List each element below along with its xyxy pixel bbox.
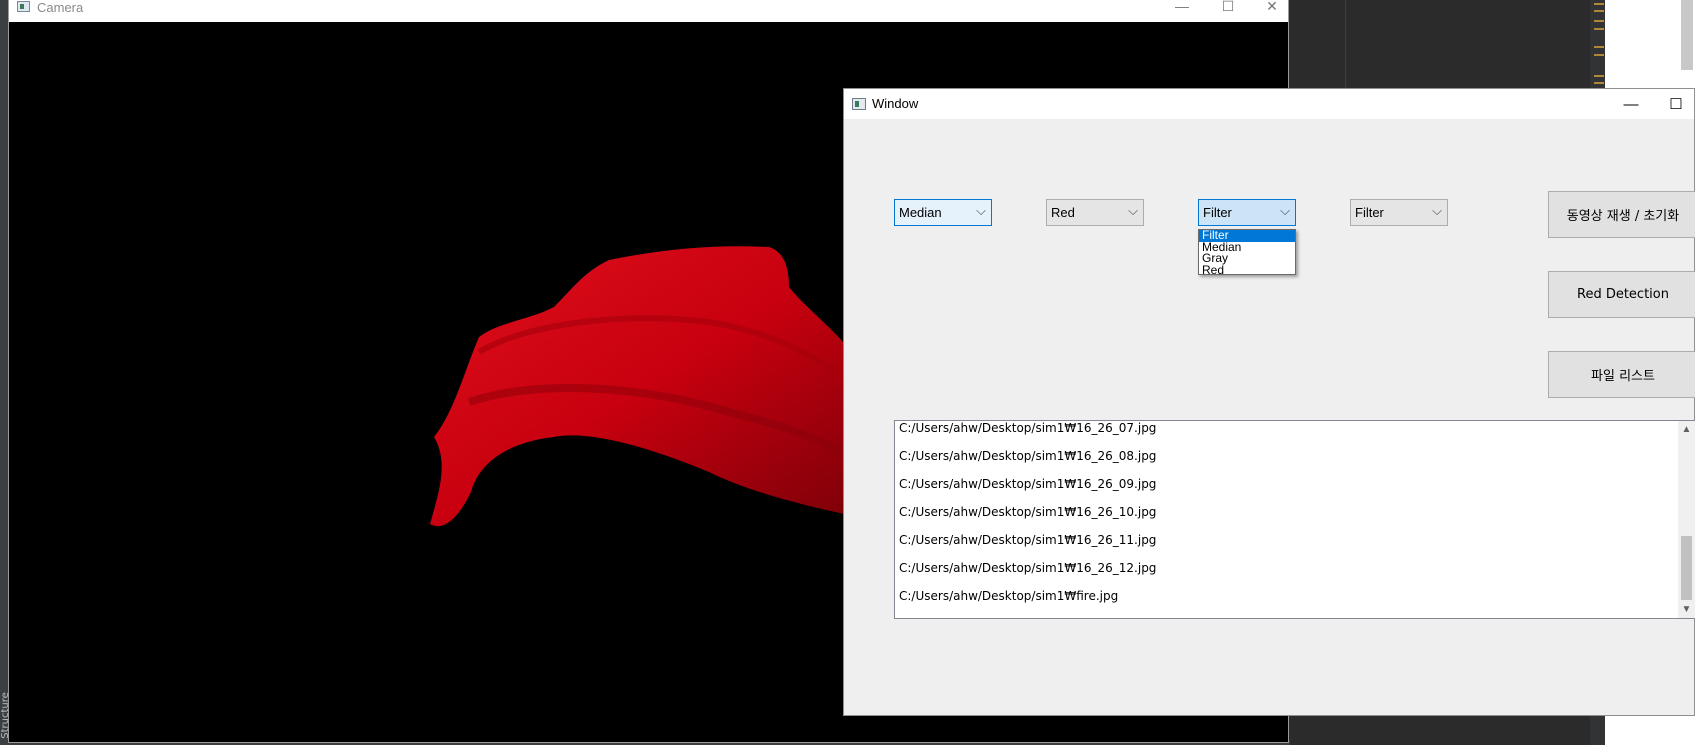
gutter-marker xyxy=(1594,20,1604,22)
cloth-shape xyxy=(430,246,859,527)
gutter-marker xyxy=(1594,10,1604,12)
scroll-thumb[interactable] xyxy=(1681,536,1692,600)
dropdown-option-red[interactable]: Red xyxy=(1199,264,1295,274)
file-list: C:/Users/ahw/Desktop/sim1₩16_26_07.jpg C… xyxy=(895,421,1675,610)
file-list-box[interactable]: C:/Users/ahw/Desktop/sim1₩16_26_07.jpg C… xyxy=(894,420,1695,619)
filter-combo-4[interactable]: Filter ⌵ xyxy=(1350,199,1448,226)
filter-combo-3[interactable]: Filter ⌵ xyxy=(1198,199,1296,226)
list-item[interactable]: C:/Users/ahw/Desktop/sim1₩16_26_12.jpg xyxy=(895,554,1675,582)
list-item[interactable]: C:/Users/ahw/Desktop/sim1₩16_26_07.jpg xyxy=(895,421,1675,442)
list-item[interactable]: C:/Users/ahw/Desktop/sim1₩16_26_10.jpg xyxy=(895,498,1675,526)
chevron-down-icon: ⌵ xyxy=(1128,203,1138,218)
combo-value: Red xyxy=(1051,205,1075,220)
file-list-button[interactable]: 파일 리스트 xyxy=(1548,351,1695,398)
list-scrollbar[interactable]: ▲ ▼ xyxy=(1678,421,1695,618)
filter-combo-1[interactable]: Median ⌵ xyxy=(894,199,992,226)
list-item[interactable]: C:/Users/ahw/Desktop/sim1₩16_26_09.jpg xyxy=(895,470,1675,498)
minimize-button[interactable]: — xyxy=(1159,0,1205,17)
app-window-icon xyxy=(852,98,866,110)
combo-value: Filter xyxy=(1203,205,1232,220)
window-title-bar[interactable]: Window — ☐ xyxy=(844,89,1694,119)
gutter-marker xyxy=(1594,28,1604,30)
ide-divider xyxy=(1345,0,1346,90)
side-panel: Structure xyxy=(0,0,11,745)
camera-title-bar[interactable]: Camera — ☐ ✕ xyxy=(9,0,1288,21)
list-item[interactable]: C:/Users/ahw/Desktop/sim1₩16_26_08.jpg xyxy=(895,442,1675,470)
gutter-marker xyxy=(1594,46,1604,48)
play-reset-button[interactable]: 동영상 재생 / 초기화 xyxy=(1548,191,1695,238)
red-detection-button[interactable]: Red Detection xyxy=(1548,271,1695,318)
combo-dropdown-list: Filter Median Gray Red xyxy=(1198,229,1296,275)
chevron-down-icon: ⌵ xyxy=(1432,203,1442,218)
combo-value: Median xyxy=(899,205,942,220)
camera-window-title: Camera xyxy=(37,0,84,15)
window-title: Window xyxy=(872,96,919,111)
list-item[interactable]: C:/Users/ahw/Desktop/sim1₩fire.jpg xyxy=(895,582,1675,610)
ide-scrollbar[interactable] xyxy=(1681,0,1693,70)
chevron-down-icon: ⌵ xyxy=(1280,203,1290,218)
filter-combo-2[interactable]: Red ⌵ xyxy=(1046,199,1144,226)
scroll-up-icon[interactable]: ▲ xyxy=(1678,421,1695,438)
gutter-marker xyxy=(1594,3,1604,5)
maximize-button[interactable]: ☐ xyxy=(1205,0,1251,17)
scroll-down-icon[interactable]: ▼ xyxy=(1678,601,1695,618)
filter-window: Window — ☐ Median ⌵ Red ⌵ Filter ⌵ Filte… xyxy=(843,88,1695,716)
maximize-button[interactable]: ☐ xyxy=(1654,89,1695,119)
gutter-marker xyxy=(1594,54,1604,56)
app-window-icon xyxy=(17,1,30,12)
chevron-down-icon: ⌵ xyxy=(976,203,986,218)
gutter-marker xyxy=(1594,82,1604,84)
close-button[interactable]: ✕ xyxy=(1249,0,1295,17)
minimize-button[interactable]: — xyxy=(1609,89,1653,119)
list-item[interactable]: C:/Users/ahw/Desktop/sim1₩16_26_11.jpg xyxy=(895,526,1675,554)
combo-value: Filter xyxy=(1355,205,1384,220)
gutter-marker xyxy=(1594,75,1604,77)
